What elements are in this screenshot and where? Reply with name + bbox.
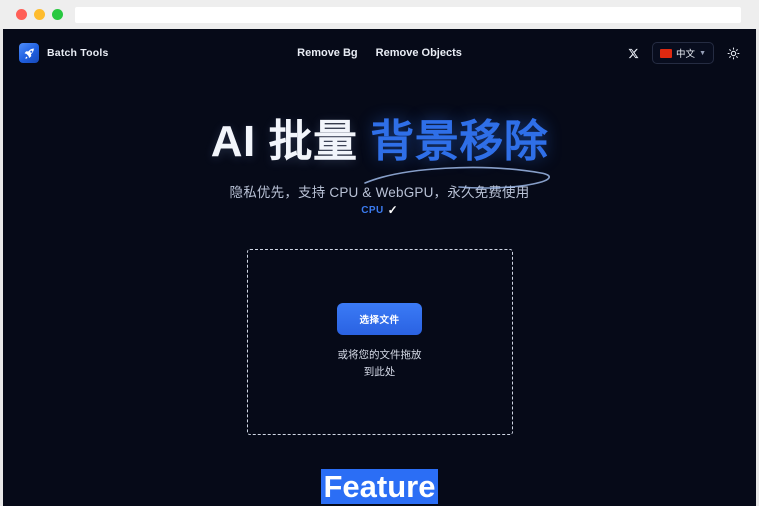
file-dropzone[interactable]: 选择文件 或将您的文件拖放 到此处 — [246, 249, 513, 436]
window-maximize-button[interactable] — [52, 9, 63, 20]
main-nav: Remove Bg Remove Objects — [297, 47, 462, 59]
hero-section: AI 批量 背景移除 隐私优先，支持 CPU & WebGPU，永久免费使用 C… — [3, 77, 756, 216]
language-label: 中文 — [676, 49, 696, 60]
china-flag-icon — [660, 48, 673, 58]
nav-link-remove-objects[interactable]: Remove Objects — [376, 47, 462, 59]
app-viewport: Batch Tools Remove Bg Remove Objects 中文 … — [0, 29, 759, 506]
feature-heading-text: Feature — [320, 469, 439, 505]
address-bar-input[interactable] — [75, 6, 741, 23]
language-switcher[interactable]: 中文 ▼ — [652, 42, 714, 64]
window-minimize-button[interactable] — [34, 9, 45, 20]
hero-subtitle: 隐私优先，支持 CPU & WebGPU，永久免费使用 — [229, 185, 530, 201]
page-title-accent: 背景移除 — [370, 117, 549, 166]
window-close-button[interactable] — [16, 9, 27, 20]
page-title: AI 批量 背景移除 — [210, 117, 550, 189]
nav-link-remove-bg[interactable]: Remove Bg — [297, 47, 358, 59]
site-header: Batch Tools Remove Bg Remove Objects 中文 … — [3, 29, 756, 77]
header-actions: 中文 ▼ — [628, 42, 740, 64]
brand-logo-link[interactable]: Batch Tools — [19, 43, 109, 63]
dropzone-hint-line-1: 或将您的文件拖放 — [337, 349, 422, 362]
feature-section: Feature — [3, 469, 756, 505]
window-traffic-lights — [16, 9, 63, 20]
dropzone-hint-line-2: 到此处 — [363, 366, 396, 379]
page-title-plain: AI 批量 — [210, 117, 358, 166]
cpu-status-badge: CPU ✓ — [3, 204, 756, 216]
sun-icon[interactable] — [727, 47, 740, 60]
brand-name-label: Batch Tools — [47, 47, 109, 59]
check-icon: ✓ — [387, 203, 398, 218]
select-file-button[interactable]: 选择文件 — [337, 303, 422, 336]
chevron-down-icon: ▼ — [699, 49, 706, 57]
dropzone-hint: 或将您的文件拖放 到此处 — [338, 347, 422, 381]
feature-heading: Feature — [320, 469, 439, 505]
cpu-badge-label: CPU — [361, 204, 384, 216]
x-twitter-icon[interactable] — [628, 48, 639, 59]
rocket-icon — [19, 43, 39, 63]
browser-chrome — [0, 0, 759, 29]
